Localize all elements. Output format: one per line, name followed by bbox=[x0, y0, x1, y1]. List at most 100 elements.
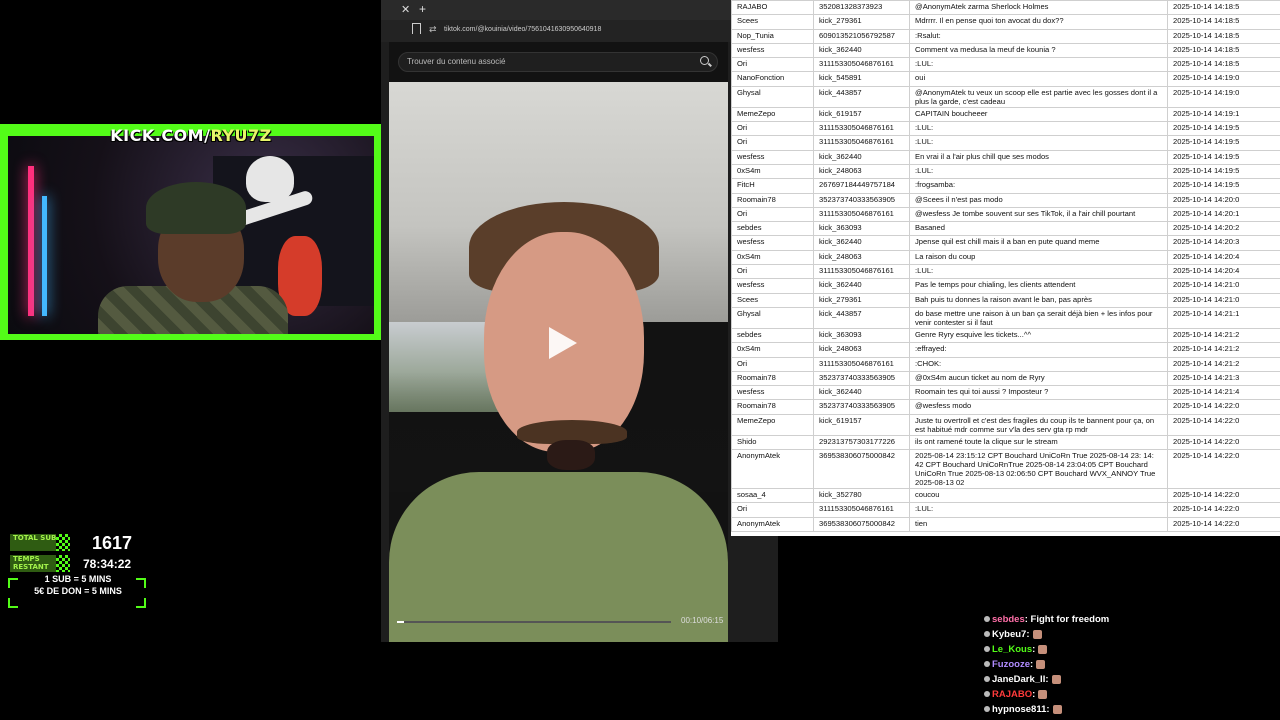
cell-msg: Genre Ryry esquive les tickets...^^ bbox=[909, 327, 1168, 344]
video-progress-bar[interactable] bbox=[397, 621, 671, 623]
chat-username[interactable]: Kybeu7 bbox=[992, 629, 1026, 640]
frame-corner bbox=[8, 598, 18, 608]
cell-user: Nop_Tunia bbox=[731, 28, 814, 44]
donation-rule: 5€ DE DON = 5 MINS bbox=[34, 586, 122, 596]
tiktok-video-player[interactable]: Trouver du contenu associé 00:10/06:15 bbox=[389, 42, 728, 642]
cell-msg: Mdrrrr. Il en pense quoi ton avocat du d… bbox=[909, 14, 1168, 30]
table-row: Ori 311153305046876161:CHOK: 2025-10-14 14… bbox=[731, 356, 1280, 372]
table-row: Ghysal kick_443857 @AnonymAtek tu veux un … bbox=[731, 85, 1280, 108]
cell-time: 2025-10-14 14:20:4 bbox=[1167, 249, 1280, 266]
cell-id: 292313757303177226 bbox=[813, 434, 910, 451]
cell-id: 369538306075000842 bbox=[813, 449, 910, 490]
cell-id: 369538306075000842 bbox=[813, 516, 910, 532]
cell-time: 2025-10-14 14:19:5 bbox=[1167, 178, 1280, 194]
chat-separator: : bbox=[1045, 674, 1049, 685]
cell-msg: Pas le temps pour chialing, les clients … bbox=[909, 278, 1168, 294]
chat-username[interactable]: RAJABO bbox=[992, 689, 1032, 700]
cell-id: 352373740333563905 bbox=[813, 370, 910, 387]
time-remaining-value: 78:34:22 bbox=[83, 557, 132, 571]
video-person-mouth bbox=[547, 440, 595, 470]
cell-user: Scees bbox=[731, 292, 814, 308]
cell-time: 2025-10-14 14:19:5 bbox=[1167, 149, 1280, 165]
chat-username[interactable]: sebdes bbox=[992, 614, 1025, 625]
table-row: Roomain78 352373740333563905 @Scees il n'e… bbox=[731, 192, 1280, 208]
cell-id: 311153305046876161 bbox=[813, 264, 910, 280]
cell-id: kick_362440 bbox=[813, 149, 910, 165]
chat-separator: : bbox=[1032, 689, 1036, 700]
live-chat-overlay: sebdes: Fight for freedom Kybeu7: Le_Kous:… bbox=[984, 612, 1274, 717]
cell-time: 2025-10-14 14:21:4 bbox=[1167, 385, 1280, 401]
cell-msg: do base mettre une raison à un ban ça se… bbox=[909, 306, 1168, 329]
cell-time: 2025-10-14 14:18:5 bbox=[1167, 28, 1280, 44]
cell-user: Ori bbox=[731, 206, 814, 223]
cell-id: 311153305046876161 bbox=[813, 135, 910, 151]
badge-icon bbox=[984, 676, 990, 683]
table-row: wesfess kick_362440 Comment va medusa la m… bbox=[731, 42, 1280, 59]
browser-window: ✕ + ⇄ tiktok.com/@kouinia/video/75610416… bbox=[381, 0, 778, 642]
cell-msg: :LUL: bbox=[909, 264, 1168, 280]
table-row: Ori 311153305046876161 @wesfess Je tombe s… bbox=[731, 206, 1280, 223]
cell-id: kick_279361 bbox=[813, 292, 910, 308]
table-row: Ori 311153305046876161:LUL: 2025-10-14 14:… bbox=[731, 135, 1280, 151]
table-row: Ori 311153305046876161:LUL: 2025-10-14 14:… bbox=[731, 264, 1280, 280]
neon-light bbox=[28, 166, 34, 316]
chat-separator: : bbox=[1046, 704, 1050, 715]
cell-msg: @AnonymAtek zarma Sherlock Holmes bbox=[909, 0, 1168, 16]
play-icon[interactable] bbox=[549, 327, 577, 359]
cell-id: kick_363093 bbox=[813, 221, 910, 237]
cell-user: Ghysal bbox=[731, 306, 814, 329]
chat-text: Fight for freedom bbox=[1027, 614, 1110, 625]
cell-user: 0xS4m bbox=[731, 249, 814, 266]
search-input[interactable]: Trouver du contenu associé bbox=[398, 52, 718, 72]
cell-msg: Bah puis tu donnes la raison avant le ba… bbox=[909, 292, 1168, 308]
table-row: sebdes kick_363093 Basaned 2025-10-14 14:20… bbox=[731, 221, 1280, 237]
cell-msg: @wesfess Je tombe souvent sur ses TikTok… bbox=[909, 206, 1168, 223]
site-settings-icon[interactable]: ⇄ bbox=[429, 24, 437, 35]
cell-user: RAJABO bbox=[731, 0, 814, 16]
table-row: Ori 311153305046876161:LUL: 2025-10-14 14:… bbox=[731, 57, 1280, 73]
cell-time: 2025-10-14 14:20:4 bbox=[1167, 264, 1280, 280]
chat-log-window: RAJABO 352081328373923 @AnonymAtek zarma S… bbox=[731, 0, 1280, 536]
cell-id: kick_362440 bbox=[813, 385, 910, 401]
close-tab-icon[interactable]: ✕ bbox=[401, 3, 410, 16]
new-tab-icon[interactable]: + bbox=[419, 2, 426, 16]
cell-msg: :frogsamba: bbox=[909, 178, 1168, 194]
emote-icon bbox=[1036, 659, 1046, 669]
chat-message: hypnose811: bbox=[984, 702, 1274, 717]
table-row: wesfess kick_362440 Roomain tes qui toi au… bbox=[731, 385, 1280, 401]
cell-msg: tien bbox=[909, 516, 1168, 532]
chat-username[interactable]: Fuzooze bbox=[992, 659, 1030, 670]
cell-id: kick_279361 bbox=[813, 14, 910, 30]
cell-user: AnonymAtek bbox=[731, 516, 814, 532]
table-row: Ori 311153305046876161:LUL: 2025-10-14 14:… bbox=[731, 502, 1280, 518]
chat-username[interactable]: Le_Kous bbox=[992, 644, 1032, 655]
table-row: Scees kick_279361 Mdrrrr. Il en pense quoi… bbox=[731, 14, 1280, 30]
cell-time: 2025-10-14 14:21:0 bbox=[1167, 278, 1280, 294]
url-text[interactable]: tiktok.com/@kouinia/video/75610416309506… bbox=[444, 26, 601, 33]
chat-username[interactable]: hypnose811 bbox=[992, 704, 1046, 715]
cell-user: Shido bbox=[731, 434, 814, 451]
chat-message: Kybeu7: bbox=[984, 627, 1274, 642]
cell-msg: :LUL: bbox=[909, 163, 1168, 180]
table-row: FitcH 267697184449757184:frogsamba: 2025-1… bbox=[731, 178, 1280, 194]
cell-id: 311153305046876161 bbox=[813, 502, 910, 518]
table-row: sebdes kick_363093 Genre Ryry esquive les … bbox=[731, 327, 1280, 344]
kick-url-banner: KICK.COM/RYU7Z bbox=[0, 126, 382, 145]
cell-time: 2025-10-14 14:22:0 bbox=[1167, 516, 1280, 532]
bookmark-icon[interactable] bbox=[412, 23, 421, 34]
table-row: wesfess kick_362440 Pas le temps pour chia… bbox=[731, 278, 1280, 294]
search-placeholder: Trouver du contenu associé bbox=[407, 57, 506, 66]
cell-msg: :LUL: bbox=[909, 57, 1168, 73]
chat-message: RAJABO: bbox=[984, 687, 1274, 702]
cell-time: 2025-10-14 14:20:0 bbox=[1167, 192, 1280, 208]
address-bar[interactable]: ⇄ tiktok.com/@kouinia/video/756104163095… bbox=[381, 20, 778, 42]
cell-user: wesfess bbox=[731, 42, 814, 59]
table-row: wesfess kick_362440 En vrai il a l'air plu… bbox=[731, 149, 1280, 165]
cell-time: 2025-10-14 14:21:2 bbox=[1167, 356, 1280, 372]
chat-username[interactable]: JaneDark_II bbox=[992, 674, 1045, 685]
cell-id: kick_443857 bbox=[813, 306, 910, 329]
cell-msg: @0xS4m aucun ticket au nom de Ryry bbox=[909, 370, 1168, 387]
cell-id: 267697184449757184 bbox=[813, 178, 910, 194]
search-icon[interactable] bbox=[700, 56, 709, 65]
cell-time: 2025-10-14 14:21:0 bbox=[1167, 292, 1280, 308]
